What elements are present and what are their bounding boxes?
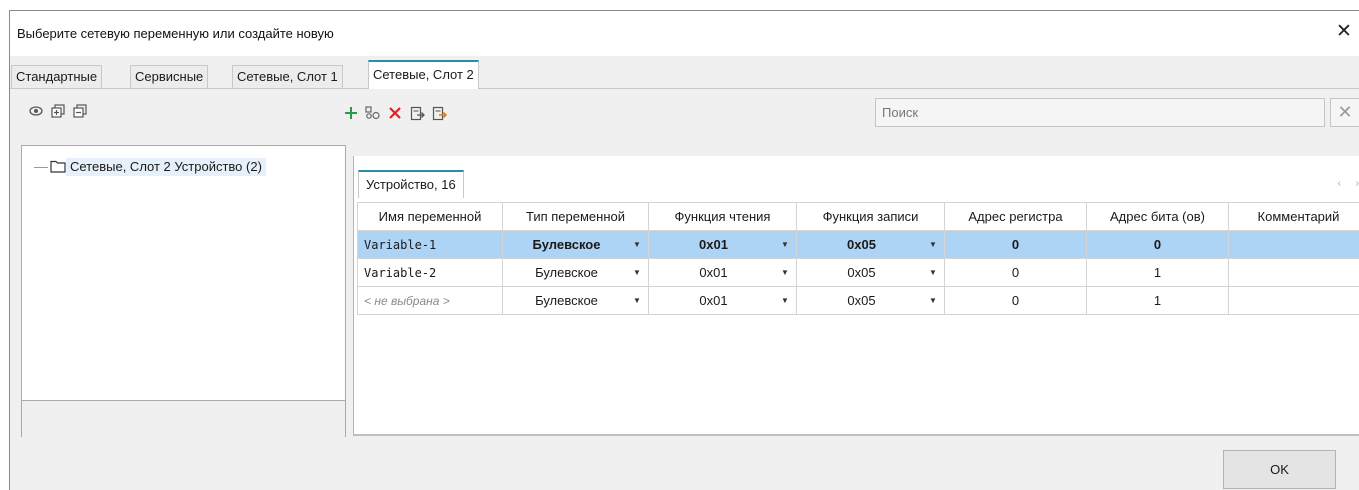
export-icon[interactable] <box>431 105 447 121</box>
variables-panel: Устройство, 16 ‹ › Имя переменной Тип пе… <box>353 156 1359 436</box>
bit-address-cell[interactable]: 1 <box>1086 258 1229 287</box>
collapse-all-icon[interactable] <box>72 103 88 119</box>
type-dropdown[interactable]: Булевское ▼ <box>502 286 649 315</box>
tab-underline <box>10 88 1359 89</box>
chevron-down-icon[interactable]: ▼ <box>774 231 796 258</box>
comment-cell[interactable] <box>1228 230 1359 259</box>
register-address-cell[interactable]: 0 <box>944 230 1087 259</box>
table-row[interactable]: < не выбрана > Булевское ▼ 0x01 ▼ 0x05 ▼ 0 … <box>357 286 1359 315</box>
type-dropdown[interactable]: Булевское ▼ <box>502 258 649 287</box>
tab-scroll-arrows[interactable]: ‹ › <box>1338 178 1359 189</box>
expand-all-icon[interactable] <box>50 103 66 119</box>
tree-footer <box>21 401 346 437</box>
device-tree: Сетевые, Слот 2 Устройство (2) <box>21 145 346 401</box>
write-function-dropdown[interactable]: 0x05 ▼ <box>796 230 945 259</box>
ok-button[interactable]: OK <box>1223 450 1336 489</box>
title-bar: Выберите сетевую переменную или создайте… <box>10 11 1359 56</box>
table-row[interactable]: Variable-2 Булевское ▼ 0x01 ▼ 0x05 ▼ 0 1 <box>357 258 1359 287</box>
variable-name-cell[interactable]: Variable-2 <box>357 258 503 287</box>
close-button[interactable]: ✕ <box>1333 21 1355 43</box>
chevron-down-icon[interactable]: ▼ <box>922 231 944 258</box>
dialog-window: Выберите сетевую переменную или создайте… <box>9 10 1359 490</box>
variable-name-cell[interactable]: < не выбрана > <box>357 286 503 315</box>
column-header[interactable]: Имя переменной <box>357 202 503 231</box>
column-header[interactable]: Комментарий <box>1228 202 1359 231</box>
chevron-down-icon[interactable]: ▼ <box>626 287 648 314</box>
read-function-dropdown[interactable]: 0x01 ▼ <box>648 286 797 315</box>
column-header[interactable]: Функция записи <box>796 202 945 231</box>
tab-device[interactable]: Устройство, 16 <box>358 170 464 198</box>
variables-table: Имя переменной Тип переменной Функция чт… <box>357 202 1359 315</box>
chevron-down-icon[interactable]: ▼ <box>774 287 796 314</box>
tab-service[interactable]: Сервисные <box>130 65 209 89</box>
tree-node-label: Сетевые, Слот 2 Устройство (2) <box>66 158 266 176</box>
tree-connector <box>34 166 48 168</box>
variable-name-cell[interactable]: Variable-1 <box>357 230 503 259</box>
tab-strip: Стандартные Сервисные Сетевые, Слот 1 Се… <box>10 56 1359 92</box>
view-icon[interactable] <box>28 103 44 119</box>
column-header[interactable]: Адрес регистра <box>944 202 1087 231</box>
chevron-down-icon[interactable]: ▼ <box>774 259 796 286</box>
read-function-dropdown[interactable]: 0x01 ▼ <box>648 230 797 259</box>
write-function-dropdown[interactable]: 0x05 ▼ <box>796 286 945 315</box>
column-header[interactable]: Тип переменной <box>502 202 649 231</box>
read-function-dropdown[interactable]: 0x01 ▼ <box>648 258 797 287</box>
chevron-down-icon[interactable]: ▼ <box>626 231 648 258</box>
search-input[interactable] <box>875 98 1325 127</box>
write-function-dropdown[interactable]: 0x05 ▼ <box>796 258 945 287</box>
add-group-icon[interactable] <box>365 105 381 121</box>
search-clear-button[interactable]: ✕ <box>1330 98 1359 127</box>
type-dropdown[interactable]: Булевское ▼ <box>502 230 649 259</box>
chevron-down-icon[interactable]: ▼ <box>922 259 944 286</box>
column-header[interactable]: Адрес бита (ов) <box>1086 202 1229 231</box>
dialog-title: Выберите сетевую переменную или создайте… <box>17 26 334 41</box>
add-icon[interactable] <box>343 105 359 121</box>
register-address-cell[interactable]: 0 <box>944 258 1087 287</box>
chevron-down-icon[interactable]: ▼ <box>922 287 944 314</box>
comment-cell[interactable] <box>1228 258 1359 287</box>
folder-icon <box>50 159 66 176</box>
bit-address-cell[interactable]: 0 <box>1086 230 1229 259</box>
comment-cell[interactable] <box>1228 286 1359 315</box>
register-address-cell[interactable]: 0 <box>944 286 1087 315</box>
variable-toolbar <box>343 103 447 123</box>
tree-toolbar <box>28 103 88 123</box>
tree-node[interactable]: Сетевые, Слот 2 Устройство (2) <box>34 158 266 176</box>
tab-network-slot1[interactable]: Сетевые, Слот 1 <box>232 65 343 89</box>
tab-network-slot2[interactable]: Сетевые, Слот 2 <box>368 60 479 89</box>
tab-standard[interactable]: Стандартные <box>11 65 103 89</box>
table-row[interactable]: Variable-1 Булевское ▼ 0x01 ▼ 0x05 ▼ 0 0 <box>357 230 1359 259</box>
bit-address-cell[interactable]: 1 <box>1086 286 1229 315</box>
column-header[interactable]: Функция чтения <box>648 202 797 231</box>
chevron-down-icon[interactable]: ▼ <box>626 259 648 286</box>
import-icon[interactable] <box>409 105 425 121</box>
table-header: Имя переменной Тип переменной Функция чт… <box>357 202 1359 231</box>
delete-icon[interactable] <box>387 105 403 121</box>
